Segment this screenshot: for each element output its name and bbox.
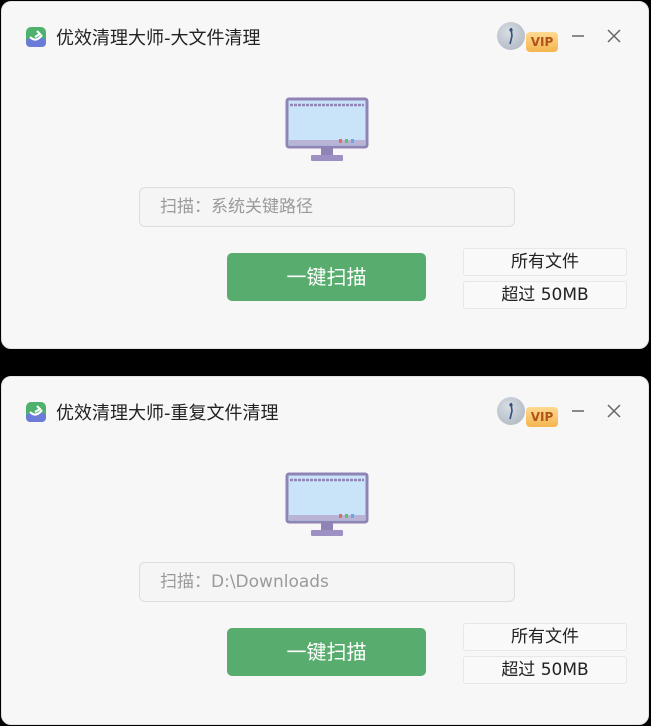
titlebar: 优效清理大师-重复文件清理 VIP xyxy=(2,377,648,441)
window-title: 优效清理大师-大文件清理 xyxy=(56,28,261,49)
one-click-scan-button[interactable]: 一键扫描 xyxy=(227,628,426,676)
vip-badge[interactable]: VIP xyxy=(526,32,558,52)
size-filter-option[interactable]: 超过 50MB xyxy=(463,656,627,684)
titlebar: 优效清理大师-大文件清理 VIP xyxy=(2,2,648,66)
all-files-option[interactable]: 所有文件 xyxy=(463,623,627,651)
app-logo-icon xyxy=(25,401,47,423)
duplicate-file-cleaner-window: 优效清理大师-重复文件清理 VIP 扫描：D:\Downloads 一键扫描 所… xyxy=(1,376,649,725)
all-files-option[interactable]: 所有文件 xyxy=(463,248,627,276)
monitor-icon xyxy=(285,472,369,538)
scan-path-field[interactable]: 扫描：系统关键路径 xyxy=(139,187,515,227)
vip-badge[interactable]: VIP xyxy=(526,407,558,427)
app-logo-icon xyxy=(25,26,47,48)
scan-path-field[interactable]: 扫描：D:\Downloads xyxy=(139,562,515,602)
size-filter-option[interactable]: 超过 50MB xyxy=(463,281,627,309)
monitor-icon xyxy=(285,97,369,163)
minimize-icon[interactable] xyxy=(568,401,588,421)
avatar[interactable] xyxy=(497,22,525,50)
one-click-scan-button[interactable]: 一键扫描 xyxy=(227,253,426,301)
avatar[interactable] xyxy=(497,397,525,425)
close-icon[interactable] xyxy=(604,26,624,46)
window-title: 优效清理大师-重复文件清理 xyxy=(56,403,279,424)
large-file-cleaner-window: 优效清理大师-大文件清理 VIP 扫描：系统关键路径 一键扫描 所有文件 超过 … xyxy=(1,1,649,349)
close-icon[interactable] xyxy=(604,401,624,421)
minimize-icon[interactable] xyxy=(568,26,588,46)
